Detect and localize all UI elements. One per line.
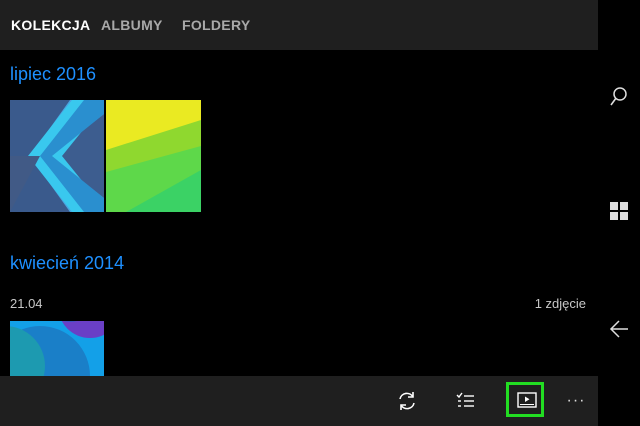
search-icon	[610, 87, 627, 106]
photo-yellow-green-image	[106, 100, 201, 212]
group-title-july-2016[interactable]: lipiec 2016	[10, 64, 96, 85]
back-button[interactable]	[598, 308, 640, 350]
sync-icon	[399, 392, 415, 410]
pivot-tabs: KOLEKCJA ALBUMY FOLDERY	[0, 0, 598, 50]
select-list-icon	[456, 392, 474, 407]
select-button[interactable]	[443, 376, 487, 426]
tab-albums[interactable]: ALBUMY	[101, 17, 163, 33]
tab-collection[interactable]: KOLEKCJA	[11, 17, 90, 33]
system-nav-bar	[598, 0, 640, 426]
photo-blue-k-image	[10, 100, 104, 212]
tab-folders[interactable]: FOLDERY	[182, 17, 250, 33]
more-icon: ···	[566, 392, 586, 409]
slideshow-icon	[517, 392, 537, 408]
app-bar: ···	[0, 376, 598, 426]
photo-thumbnail[interactable]	[10, 100, 104, 212]
sync-button[interactable]	[385, 376, 429, 426]
photo-blue-waves-image	[10, 321, 104, 376]
photo-thumbnail[interactable]	[106, 100, 201, 212]
group-photo-count: 1 zdjęcie	[534, 296, 586, 311]
photo-thumbnail[interactable]	[10, 321, 104, 376]
start-button[interactable]	[598, 190, 640, 232]
group-date: 21.04	[10, 296, 43, 311]
slideshow-button[interactable]	[505, 376, 549, 426]
more-button[interactable]: ···	[554, 376, 598, 426]
main-pane: KOLEKCJA ALBUMY FOLDERY lipiec 2016 kwie…	[0, 0, 598, 426]
search-button[interactable]	[598, 76, 640, 118]
windows-start-icon	[610, 202, 628, 220]
back-icon	[609, 320, 628, 338]
group-title-april-2014[interactable]: kwiecień 2014	[10, 253, 124, 274]
